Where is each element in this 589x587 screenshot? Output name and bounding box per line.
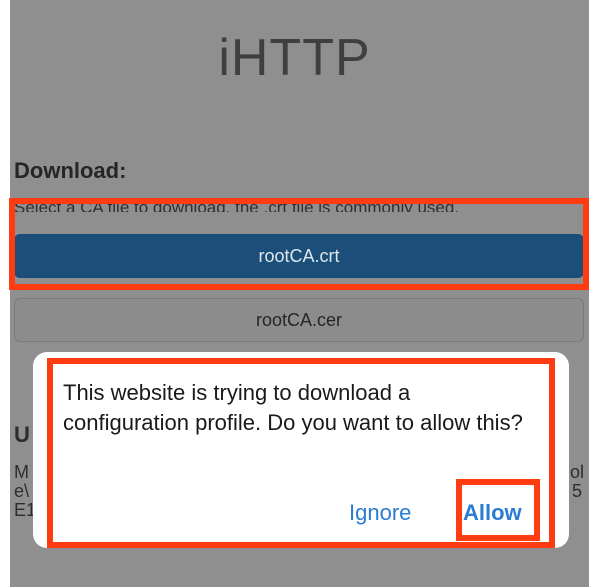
allow-button[interactable]: Allow bbox=[463, 500, 522, 526]
background-section-heading: U bbox=[14, 422, 30, 447]
background-text-line-1: M bbox=[14, 462, 29, 482]
download-permission-dialog: This website is trying to download a con… bbox=[33, 352, 569, 548]
background-text-right-1: ol bbox=[570, 462, 585, 482]
download-cer-button[interactable]: rootCA.cer bbox=[14, 298, 584, 342]
download-heading: Download: bbox=[14, 158, 127, 183]
screen: iHTTP Download: Select a CA file to down… bbox=[0, 0, 589, 587]
page-title: iHTTP bbox=[218, 29, 371, 87]
ignore-button[interactable]: Ignore bbox=[349, 500, 411, 526]
background-text-line-2: e\ bbox=[14, 481, 30, 501]
dialog-actions: Ignore Allow bbox=[33, 494, 569, 534]
screen-edge bbox=[0, 0, 10, 587]
download-crt-button[interactable]: rootCA.crt bbox=[14, 234, 584, 278]
download-hint: Select a CA file to download, the .crt f… bbox=[14, 198, 460, 212]
background-text-right-2: 5 bbox=[572, 481, 583, 501]
dialog-message: This website is trying to download a con… bbox=[63, 380, 523, 435]
